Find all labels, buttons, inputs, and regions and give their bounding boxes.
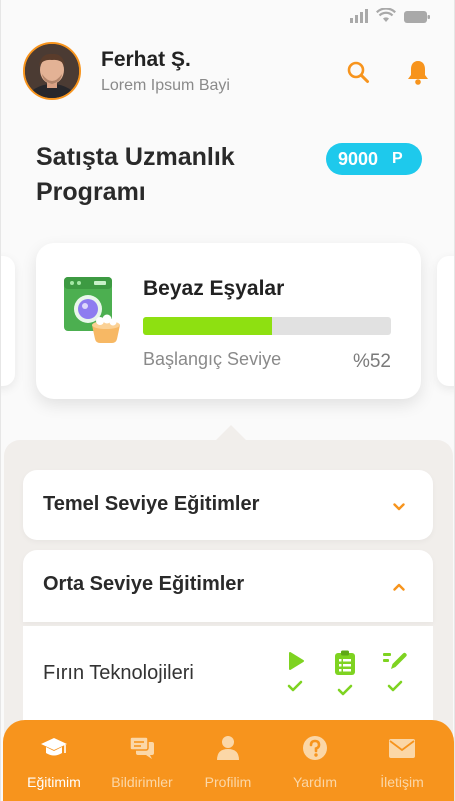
question-icon [272, 734, 358, 762]
points-unit: P [392, 150, 403, 167]
lesson-exam-item[interactable] [381, 650, 409, 696]
check-icon [337, 684, 353, 696]
lesson-video-item[interactable] [281, 650, 309, 696]
nav-label: Eğitimim [27, 774, 81, 790]
check-icon [287, 680, 303, 692]
status-bar [1, 0, 454, 30]
page-title: Satışta Uzmanlık Programı [36, 143, 235, 206]
points-value: 9000 [338, 148, 379, 169]
washing-machine-icon [62, 275, 122, 345]
user-icon [185, 734, 271, 762]
points-badge: 9000 P [326, 143, 422, 175]
accordion-temel-seviye[interactable]: Temel Seviye Eğitimler [23, 470, 433, 540]
nav-item-bildirimler[interactable]: Bildirimler [99, 734, 185, 790]
chevron-down-icon[interactable] [393, 498, 405, 516]
app-screen: Ferhat Ş. Lorem Ipsum Bayi Satışta Uzman… [0, 0, 455, 801]
course-progress-fill [143, 317, 272, 335]
nav-item-yardim[interactable]: Yardım [272, 734, 358, 790]
avatar[interactable] [23, 42, 81, 100]
signal-icon [350, 9, 368, 23]
user-role: Lorem Ipsum Bayi [101, 77, 230, 94]
search-icon[interactable] [344, 58, 372, 86]
nav-item-iletisim[interactable]: İletişim [359, 734, 445, 790]
battery-icon [404, 11, 430, 23]
nav-label: İletişim [380, 774, 424, 790]
lesson-quiz-item[interactable] [331, 650, 359, 696]
course-card[interactable]: Beyaz Eşyalar Başlangıç Seviye %52 [36, 243, 421, 399]
course-percent: %52 [352, 351, 391, 372]
course-level: Başlangıç Seviye [143, 349, 282, 369]
wifi-icon [376, 8, 396, 23]
mail-icon [359, 734, 445, 762]
nav-item-profilim[interactable]: Profilim [185, 734, 271, 790]
carousel-card-previous[interactable] [1, 256, 15, 386]
pencil-icon [383, 652, 407, 669]
nav-label: Bildirimler [111, 774, 173, 790]
nav-label: Yardım [292, 774, 338, 790]
play-icon [289, 652, 304, 670]
accordion-title: Orta Seviye Eğitimler [43, 573, 245, 595]
carousel-card-next[interactable] [437, 256, 454, 386]
bell-icon[interactable] [404, 58, 432, 86]
panel-pointer [215, 425, 247, 441]
user-name: Ferhat Ş. [101, 48, 191, 71]
bottom-navigation: Eğitimim Bildirimler Profilim Yardım İle… [3, 720, 454, 801]
accordion-orta-seviye[interactable]: Orta Seviye Eğitimler [23, 550, 433, 622]
chevron-up-icon[interactable] [393, 578, 405, 596]
chat-icon [99, 734, 185, 762]
lesson-title: Fırın Teknolojileri [43, 662, 194, 684]
graduation-cap-icon [11, 734, 97, 762]
nav-label: Profilim [204, 774, 252, 790]
accordion-title: Temel Seviye Eğitimler [43, 493, 260, 515]
clipboard-icon [335, 650, 355, 675]
check-icon [387, 680, 403, 692]
course-title: Beyaz Eşyalar [143, 277, 285, 300]
course-progress-bar [143, 317, 391, 335]
nav-item-egitimim[interactable]: Eğitimim [11, 734, 97, 790]
